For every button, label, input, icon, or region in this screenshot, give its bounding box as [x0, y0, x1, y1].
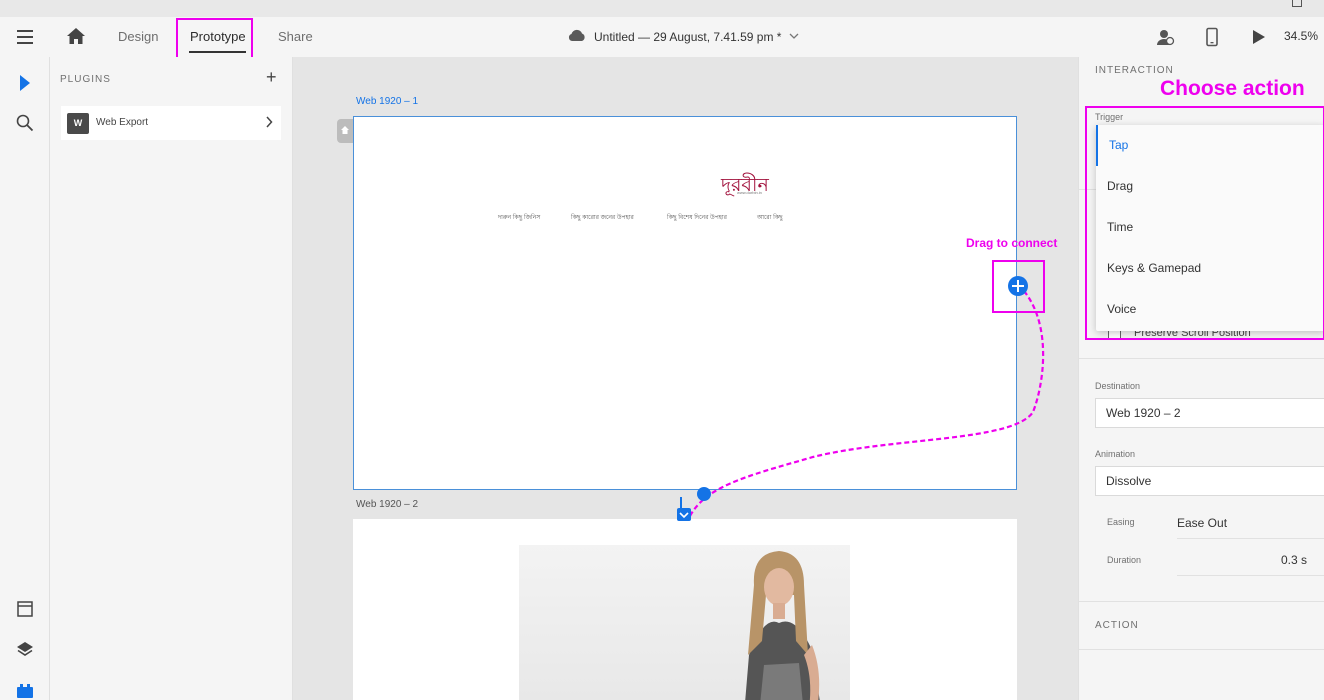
easing-label: Easing [1107, 517, 1135, 527]
device-preview-icon[interactable] [1202, 27, 1222, 47]
divider [1079, 649, 1324, 650]
duration-label: Duration [1107, 555, 1142, 565]
property-inspector: INTERACTION Choose action Trigger Preser… [1078, 57, 1324, 700]
divider [1079, 601, 1324, 602]
artboard-label-1[interactable]: Web 1920 – 1 [356, 96, 418, 107]
animation-select[interactable]: Dissolve [1095, 466, 1324, 496]
plugins-panel: PLUGINS + W Web Export [50, 57, 293, 700]
plugins-icon[interactable] [15, 679, 35, 699]
chevron-down-icon[interactable] [789, 31, 799, 41]
artboard-label-2[interactable]: Web 1920 – 2 [356, 499, 418, 510]
divider [1177, 575, 1324, 576]
destination-select[interactable]: Web 1920 – 2 [1095, 398, 1324, 428]
nav-item-3: কিছু বিশেষ দিনের উপহার [667, 215, 727, 221]
home-artboard-tag[interactable] [337, 119, 353, 143]
left-toolbar [0, 57, 50, 700]
nav-item-4: আরো কিছু [757, 215, 783, 221]
hero-photo [519, 545, 850, 700]
divider [1177, 538, 1324, 539]
select-tool-icon[interactable] [15, 73, 35, 93]
title-bar [0, 0, 1324, 17]
chevron-right-icon[interactable] [265, 116, 273, 128]
trigger-highlight-box [1085, 106, 1324, 340]
home-icon[interactable] [66, 27, 86, 45]
play-icon[interactable] [1248, 27, 1268, 47]
connect-handle-icon[interactable] [1006, 274, 1030, 298]
divider [1079, 358, 1324, 359]
design-canvas[interactable]: Web 1920 – 1 দূরবীন www.durbin.in দারুন … [293, 57, 1078, 700]
action-title: ACTION [1095, 620, 1139, 631]
brand-url: www.durbin.in [737, 190, 762, 195]
brand-logo: দূরবীন [721, 174, 769, 196]
drag-annotation: Drag to connect [966, 236, 1058, 250]
app-header: Design Prototype Share Untitled — 29 Aug… [0, 17, 1324, 64]
document-title[interactable]: Untitled — 29 August, 7.41.59 pm * [594, 17, 781, 57]
nav-item-1: দারুন কিছু জিনিস [498, 215, 541, 221]
menu-icon[interactable] [17, 30, 33, 44]
artboard-2[interactable] [353, 519, 1017, 700]
person-image [745, 551, 820, 700]
plugin-name: Web Export [96, 117, 149, 128]
duration-input[interactable]: 0.3 s [1281, 553, 1307, 567]
nav-item-2: কিছু কারোর জনের উপহার [571, 215, 634, 221]
assets-icon[interactable] [15, 599, 35, 619]
destination-label: Destination [1095, 381, 1141, 391]
layers-icon[interactable] [15, 639, 35, 659]
plugin-item-web-export[interactable]: W Web Export [61, 106, 281, 140]
window-restore-icon[interactable] [1292, 0, 1302, 7]
cloud-icon [568, 29, 585, 41]
tab-share[interactable]: Share [278, 17, 313, 57]
home-icon [341, 126, 349, 134]
zoom-level[interactable]: 34.5% [1284, 17, 1318, 55]
plugins-title: PLUGINS [60, 74, 111, 85]
easing-select[interactable]: Ease Out [1177, 516, 1227, 530]
plugin-logo: W [67, 113, 89, 134]
tab-design[interactable]: Design [118, 17, 158, 57]
animation-label: Animation [1095, 449, 1136, 459]
interaction-title: INTERACTION [1095, 65, 1174, 76]
user-share-icon[interactable] [1155, 27, 1175, 47]
choose-action-annotation: Choose action [1160, 77, 1305, 100]
add-plugin-button[interactable]: + [266, 67, 277, 87]
artboard-1[interactable]: দূরবীন www.durbin.in দারুন কিছু জিনিস কি… [353, 116, 1017, 490]
search-icon[interactable] [15, 113, 35, 133]
